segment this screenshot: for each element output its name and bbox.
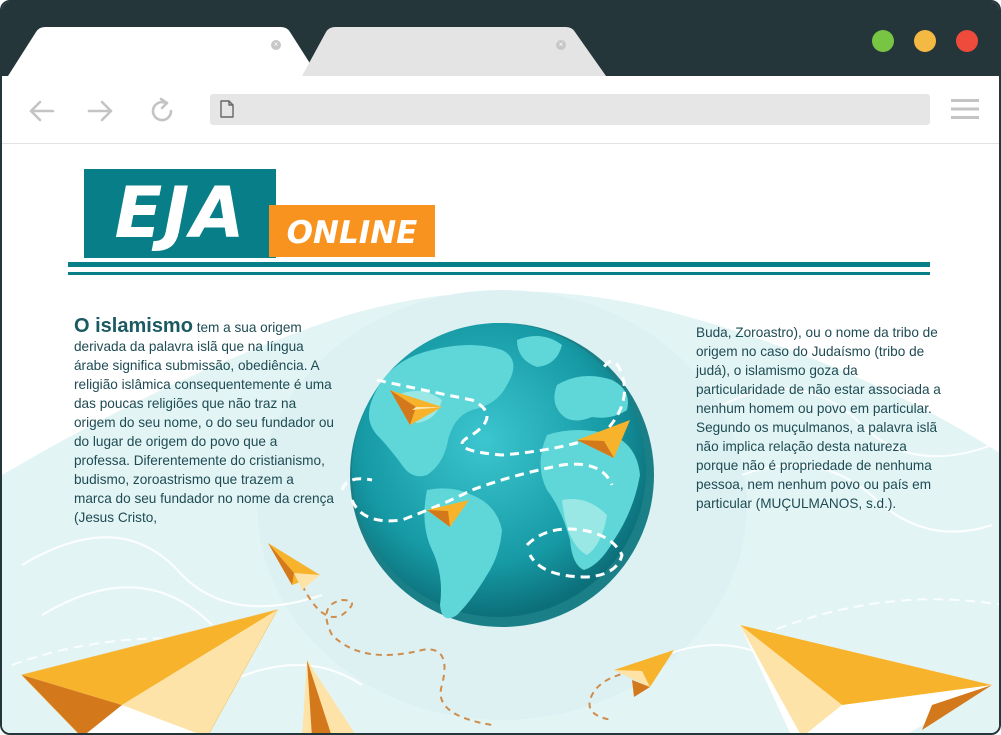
article-right-column: Buda, Zoroastro), ou o nome da tribo de … bbox=[696, 323, 946, 513]
header-divider bbox=[68, 272, 930, 275]
minimize-button[interactable] bbox=[914, 30, 936, 52]
toolbar bbox=[2, 76, 999, 144]
close-button[interactable] bbox=[956, 30, 978, 52]
tab-close-icon[interactable]: × bbox=[556, 40, 566, 50]
hamburger-menu-icon[interactable] bbox=[951, 98, 979, 120]
reload-icon[interactable] bbox=[147, 96, 177, 126]
title-bar: × × bbox=[2, 2, 999, 76]
article-heading: O islamismo bbox=[74, 315, 193, 337]
article-right-text: Buda, Zoroastro), ou o nome da tribo de … bbox=[696, 325, 941, 511]
forward-arrow-icon[interactable] bbox=[86, 96, 116, 126]
address-bar[interactable] bbox=[210, 94, 930, 125]
page-content: EJA ONLINE O islamismo tem a sua origem … bbox=[2, 145, 999, 733]
page-icon bbox=[220, 100, 234, 118]
logo-primary: EJA bbox=[84, 169, 276, 258]
tab-close-icon[interactable]: × bbox=[271, 40, 281, 50]
maximize-button[interactable] bbox=[872, 30, 894, 52]
article-left-column: O islamismo tem a sua origem derivada da… bbox=[74, 315, 334, 527]
header-divider bbox=[68, 262, 930, 267]
back-arrow-icon[interactable] bbox=[26, 96, 56, 126]
logo-secondary: ONLINE bbox=[269, 205, 435, 257]
tab-active[interactable]: × bbox=[8, 26, 318, 76]
tab-inactive[interactable]: × bbox=[302, 26, 606, 76]
article-left-text: tem a sua origem derivada da palavra isl… bbox=[74, 320, 334, 525]
browser-window: × × EJA ONLINE O islamismo tem a sua ori… bbox=[0, 0, 1001, 735]
